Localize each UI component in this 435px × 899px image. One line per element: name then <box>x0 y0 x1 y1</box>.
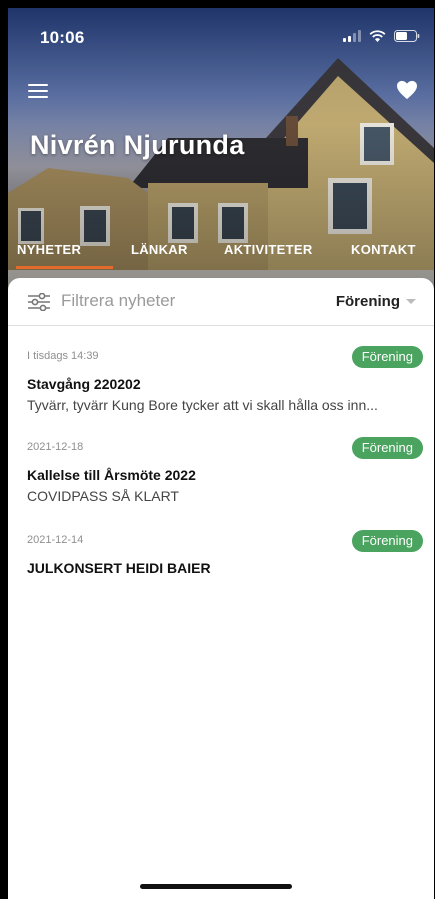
sliders-filter-icon[interactable] <box>28 293 50 311</box>
app-screen: 10:06 Nivrén Njurunda NYHETER LÄNKAR AKT… <box>8 8 434 899</box>
news-title: Stavgång 220202 <box>27 376 141 392</box>
tab-kontakt[interactable]: KONTAKT <box>351 242 416 257</box>
hamburger-menu-icon[interactable] <box>28 84 48 100</box>
heart-icon[interactable] <box>396 80 418 100</box>
signal-icon <box>343 30 361 42</box>
battery-icon <box>394 30 420 42</box>
news-title: JULKONSERT HEIDI BAIER <box>27 560 211 576</box>
tab-aktiviteter[interactable]: AKTIVITETER <box>224 242 313 257</box>
tab-nyheter[interactable]: NYHETER <box>17 242 81 257</box>
filter-bar: Filtrera nyheter Förening <box>8 278 434 326</box>
category-badge: Förening <box>351 346 423 368</box>
news-excerpt: Tyvärr, tyvärr Kung Bore tycker att vi s… <box>27 397 378 413</box>
news-content: Filtrera nyheter Förening I tisdags 14:3… <box>8 278 434 899</box>
category-dropdown-value: Förening <box>335 293 400 310</box>
news-item[interactable]: I tisdags 14:39 Förening Stavgång 220202… <box>27 346 423 413</box>
app-title: Nivrén Njurunda <box>30 130 245 160</box>
news-excerpt: COVIDPASS SÅ KLART <box>27 488 179 504</box>
active-tab-indicator <box>16 266 113 269</box>
category-badge: Förening <box>351 530 423 552</box>
tab-bar: NYHETER LÄNKAR AKTIVITETER KONTAKT <box>8 234 434 274</box>
header-hero: 10:06 Nivrén Njurunda NYHETER LÄNKAR AKT… <box>8 8 434 298</box>
category-dropdown[interactable]: Förening <box>336 293 416 310</box>
tab-lankar[interactable]: LÄNKAR <box>131 242 188 257</box>
news-date: 2021-12-18 <box>27 441 84 453</box>
status-icons <box>343 30 420 42</box>
category-badge: Förening <box>351 437 423 459</box>
phone-frame: 10:06 Nivrén Njurunda NYHETER LÄNKAR AKT… <box>0 0 435 899</box>
chevron-down-icon <box>406 299 416 304</box>
news-title: Kallelse till Årsmöte 2022 <box>27 467 196 483</box>
wifi-icon <box>369 30 386 42</box>
filter-search-input[interactable]: Filtrera nyheter <box>61 291 175 311</box>
news-item[interactable]: 2021-12-14 Förening JULKONSERT HEIDI BAI… <box>27 530 423 576</box>
news-date: I tisdags 14:39 <box>27 350 99 362</box>
news-item[interactable]: 2021-12-18 Förening Kallelse till Årsmöt… <box>27 437 423 504</box>
home-indicator[interactable] <box>140 884 292 889</box>
status-time: 10:06 <box>40 28 85 47</box>
news-date: 2021-12-14 <box>27 534 84 546</box>
